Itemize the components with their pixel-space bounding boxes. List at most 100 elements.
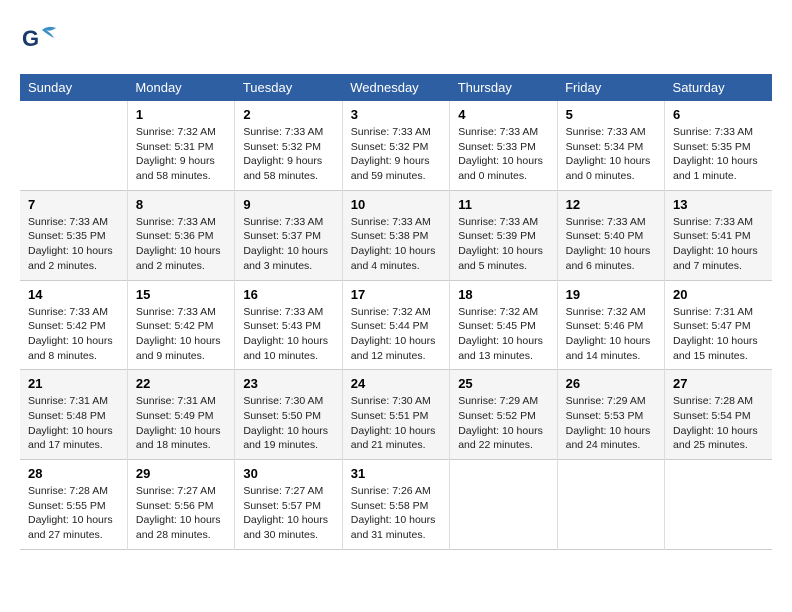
day-info: Sunrise: 7:32 AM Sunset: 5:31 PM Dayligh…	[136, 125, 226, 184]
calendar-day-cell	[665, 460, 772, 550]
day-info: Sunrise: 7:28 AM Sunset: 5:55 PM Dayligh…	[28, 484, 119, 543]
calendar-day-cell: 4Sunrise: 7:33 AM Sunset: 5:33 PM Daylig…	[450, 101, 557, 190]
calendar-day-cell: 20 Sunrise: 7:31 AM Sunset: 5:47 PM Dayli…	[665, 280, 772, 370]
calendar-week-row: 21 Sunrise: 7:31 AM Sunset: 5:48 PM Dayli…	[20, 370, 772, 460]
weekday-header-row: SundayMondayTuesdayWednesdayThursdayFrid…	[20, 74, 772, 101]
calendar-day-cell: 9 Sunrise: 7:33 AM Sunset: 5:37 PM Daylig…	[235, 190, 342, 280]
day-info: Sunrise: 7:33 AM Sunset: 5:32 PM Dayligh…	[243, 125, 333, 184]
day-number: 22	[136, 376, 226, 391]
day-number: 4	[458, 107, 548, 122]
calendar-day-cell: 27 Sunrise: 7:28 AM Sunset: 5:54 PM Dayli…	[665, 370, 772, 460]
page-header: G	[20, 20, 772, 58]
day-number: 3	[351, 107, 441, 122]
day-number: 16	[243, 287, 333, 302]
calendar-day-cell: 16 Sunrise: 7:33 AM Sunset: 5:43 PM Dayli…	[235, 280, 342, 370]
day-number: 23	[243, 376, 333, 391]
day-info: Sunrise: 7:33 AM Sunset: 5:38 PM Dayligh…	[351, 215, 441, 274]
calendar-week-row: 1 Sunrise: 7:32 AM Sunset: 5:31 PM Daylig…	[20, 101, 772, 190]
day-info: Sunrise: 7:33 AM Sunset: 5:40 PM Dayligh…	[566, 215, 656, 274]
calendar-day-cell: 14 Sunrise: 7:33 AM Sunset: 5:42 PM Dayli…	[20, 280, 127, 370]
weekday-header-sunday: Sunday	[20, 74, 127, 101]
weekday-header-saturday: Saturday	[665, 74, 772, 101]
day-info: Sunrise: 7:33 AM Sunset: 5:42 PM Dayligh…	[28, 305, 119, 364]
day-info: Sunrise: 7:33 AM Sunset: 5:43 PM Dayligh…	[243, 305, 333, 364]
day-number: 8	[136, 197, 226, 212]
day-number: 2	[243, 107, 333, 122]
calendar-day-cell: 23 Sunrise: 7:30 AM Sunset: 5:50 PM Dayli…	[235, 370, 342, 460]
calendar-day-cell: 5 Sunrise: 7:33 AM Sunset: 5:34 PM Daylig…	[557, 101, 664, 190]
calendar-day-cell: 13 Sunrise: 7:33 AM Sunset: 5:41 PM Dayli…	[665, 190, 772, 280]
day-info: Sunrise: 7:31 AM Sunset: 5:49 PM Dayligh…	[136, 394, 226, 453]
calendar-body: 1 Sunrise: 7:32 AM Sunset: 5:31 PM Daylig…	[20, 101, 772, 549]
calendar-day-cell: 11 Sunrise: 7:33 AM Sunset: 5:39 PM Dayli…	[450, 190, 557, 280]
weekday-header-wednesday: Wednesday	[342, 74, 449, 101]
calendar-day-cell: 6 Sunrise: 7:33 AM Sunset: 5:35 PM Daylig…	[665, 101, 772, 190]
day-info: Sunrise: 7:33 AM Sunset: 5:37 PM Dayligh…	[243, 215, 333, 274]
calendar-day-cell: 24Sunrise: 7:30 AM Sunset: 5:51 PM Dayli…	[342, 370, 449, 460]
day-info: Sunrise: 7:32 AM Sunset: 5:45 PM Dayligh…	[458, 305, 548, 364]
day-info: Sunrise: 7:30 AM Sunset: 5:50 PM Dayligh…	[243, 394, 333, 453]
day-info: Sunrise: 7:33 AM Sunset: 5:36 PM Dayligh…	[136, 215, 226, 274]
day-number: 27	[673, 376, 764, 391]
calendar-day-cell: 8 Sunrise: 7:33 AM Sunset: 5:36 PM Daylig…	[127, 190, 234, 280]
day-info: Sunrise: 7:33 AM Sunset: 5:41 PM Dayligh…	[673, 215, 764, 274]
day-number: 1	[136, 107, 226, 122]
day-info: Sunrise: 7:32 AM Sunset: 5:44 PM Dayligh…	[351, 305, 441, 364]
calendar-day-cell: 31 Sunrise: 7:26 AM Sunset: 5:58 PM Dayli…	[342, 460, 449, 550]
calendar-table: SundayMondayTuesdayWednesdayThursdayFrid…	[20, 74, 772, 550]
day-number: 28	[28, 466, 119, 481]
day-number: 14	[28, 287, 119, 302]
calendar-day-cell: 17 Sunrise: 7:32 AM Sunset: 5:44 PM Dayli…	[342, 280, 449, 370]
calendar-day-cell: 21 Sunrise: 7:31 AM Sunset: 5:48 PM Dayli…	[20, 370, 127, 460]
calendar-day-cell: 1 Sunrise: 7:32 AM Sunset: 5:31 PM Daylig…	[127, 101, 234, 190]
calendar-day-cell: 15Sunrise: 7:33 AM Sunset: 5:42 PM Dayli…	[127, 280, 234, 370]
day-number: 13	[673, 197, 764, 212]
day-number: 21	[28, 376, 119, 391]
calendar-week-row: 14 Sunrise: 7:33 AM Sunset: 5:42 PM Dayli…	[20, 280, 772, 370]
calendar-day-cell: 2 Sunrise: 7:33 AM Sunset: 5:32 PM Daylig…	[235, 101, 342, 190]
day-info: Sunrise: 7:26 AM Sunset: 5:58 PM Dayligh…	[351, 484, 441, 543]
calendar-day-cell: 18 Sunrise: 7:32 AM Sunset: 5:45 PM Dayli…	[450, 280, 557, 370]
calendar-day-cell	[450, 460, 557, 550]
day-info: Sunrise: 7:33 AM Sunset: 5:35 PM Dayligh…	[28, 215, 119, 274]
calendar-header: SundayMondayTuesdayWednesdayThursdayFrid…	[20, 74, 772, 101]
calendar-week-row: 28 Sunrise: 7:28 AM Sunset: 5:55 PM Dayli…	[20, 460, 772, 550]
day-info: Sunrise: 7:28 AM Sunset: 5:54 PM Dayligh…	[673, 394, 764, 453]
day-info: Sunrise: 7:31 AM Sunset: 5:47 PM Dayligh…	[673, 305, 764, 364]
day-info: Sunrise: 7:31 AM Sunset: 5:48 PM Dayligh…	[28, 394, 119, 453]
weekday-header-monday: Monday	[127, 74, 234, 101]
day-number: 6	[673, 107, 764, 122]
day-number: 12	[566, 197, 656, 212]
calendar-day-cell: 29 Sunrise: 7:27 AM Sunset: 5:56 PM Dayli…	[127, 460, 234, 550]
day-info: Sunrise: 7:27 AM Sunset: 5:57 PM Dayligh…	[243, 484, 333, 543]
day-number: 11	[458, 197, 548, 212]
day-number: 5	[566, 107, 656, 122]
day-number: 18	[458, 287, 548, 302]
calendar-day-cell: 28 Sunrise: 7:28 AM Sunset: 5:55 PM Dayli…	[20, 460, 127, 550]
day-number: 25	[458, 376, 548, 391]
day-info: Sunrise: 7:29 AM Sunset: 5:53 PM Dayligh…	[566, 394, 656, 453]
day-info: Sunrise: 7:33 AM Sunset: 5:39 PM Dayligh…	[458, 215, 548, 274]
calendar-day-cell: 10Sunrise: 7:33 AM Sunset: 5:38 PM Dayli…	[342, 190, 449, 280]
day-info: Sunrise: 7:33 AM Sunset: 5:42 PM Dayligh…	[136, 305, 226, 364]
logo: G	[20, 20, 62, 58]
day-info: Sunrise: 7:33 AM Sunset: 5:35 PM Dayligh…	[673, 125, 764, 184]
calendar-day-cell: 25 Sunrise: 7:29 AM Sunset: 5:52 PM Dayli…	[450, 370, 557, 460]
calendar-day-cell: 12 Sunrise: 7:33 AM Sunset: 5:40 PM Dayli…	[557, 190, 664, 280]
day-number: 20	[673, 287, 764, 302]
day-number: 29	[136, 466, 226, 481]
day-number: 9	[243, 197, 333, 212]
day-number: 31	[351, 466, 441, 481]
weekday-header-thursday: Thursday	[450, 74, 557, 101]
calendar-day-cell: 19Sunrise: 7:32 AM Sunset: 5:46 PM Dayli…	[557, 280, 664, 370]
weekday-header-friday: Friday	[557, 74, 664, 101]
calendar-day-cell: 30Sunrise: 7:27 AM Sunset: 5:57 PM Dayli…	[235, 460, 342, 550]
day-info: Sunrise: 7:33 AM Sunset: 5:34 PM Dayligh…	[566, 125, 656, 184]
day-number: 17	[351, 287, 441, 302]
day-info: Sunrise: 7:27 AM Sunset: 5:56 PM Dayligh…	[136, 484, 226, 543]
day-info: Sunrise: 7:33 AM Sunset: 5:32 PM Dayligh…	[351, 125, 441, 184]
logo-icon: G	[20, 20, 58, 58]
day-info: Sunrise: 7:29 AM Sunset: 5:52 PM Dayligh…	[458, 394, 548, 453]
svg-text:G: G	[22, 26, 39, 51]
calendar-day-cell: 3 Sunrise: 7:33 AM Sunset: 5:32 PM Daylig…	[342, 101, 449, 190]
